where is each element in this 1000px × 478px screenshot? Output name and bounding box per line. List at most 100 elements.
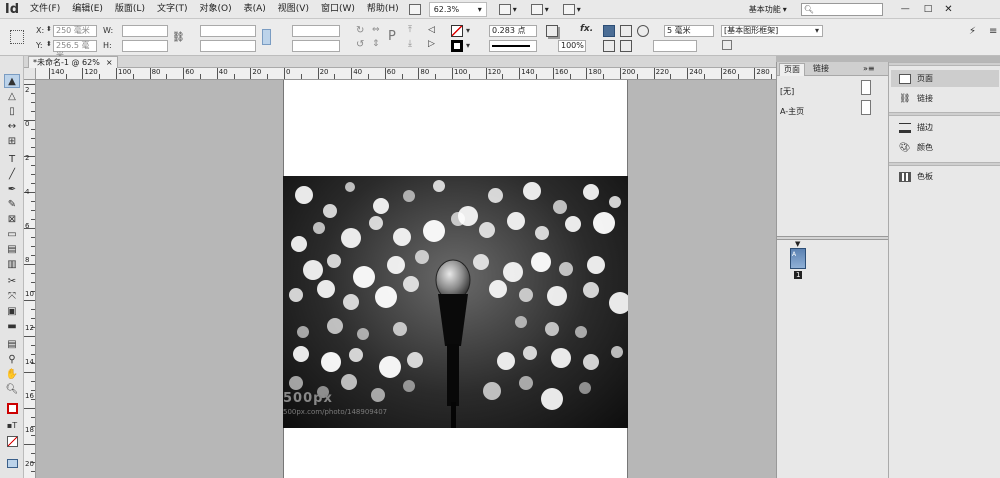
close-tab-icon[interactable]: × <box>106 57 113 68</box>
search-box[interactable]: 🔍︎ <box>800 2 883 16</box>
note-tool[interactable]: ▤ <box>4 337 20 351</box>
vertical-ruler[interactable]: 2 0 2 4 6 8 10 12 14 16 18 20 <box>24 80 36 478</box>
arrange-documents-button[interactable]: ▾ <box>559 2 585 17</box>
object-style-options-icon[interactable] <box>722 40 732 50</box>
menu-type[interactable]: 文字(T) <box>151 0 194 19</box>
rectangle-frame-tool[interactable]: ⊠ <box>4 212 20 226</box>
horizontal-ruler[interactable]: 140 120 100 80 60 40 20 0 20 40 60 80 100 120 140 160 18… <box>36 68 776 80</box>
none-master-thumbnail[interactable] <box>861 80 871 95</box>
menu-layout[interactable]: 版面(L) <box>109 0 151 19</box>
width-field[interactable] <box>122 25 168 37</box>
content-collector-tool[interactable]: ⊞ <box>4 134 20 148</box>
pasteboard[interactable]: 500px 500px.com/photo/148909407 <box>36 80 776 478</box>
zoom-dropdown[interactable]: 62.3% ▾ <box>428 1 487 17</box>
scale-x-field[interactable] <box>200 25 256 37</box>
panel-divider[interactable] <box>777 236 889 240</box>
rotate-90-ccw-icon[interactable]: ↺ <box>356 39 364 50</box>
panel-menu-button[interactable]: »≡ <box>859 63 879 76</box>
close-window-button[interactable]: ✕ <box>944 4 952 15</box>
dock-item-swatches[interactable]: 色板 <box>891 168 999 185</box>
panel-menu-icon[interactable]: ≡ <box>989 26 997 37</box>
tab-pages[interactable]: 页面 <box>779 63 805 76</box>
horizontal-grid-tool[interactable]: ▤ <box>4 242 20 256</box>
rotation-field[interactable] <box>292 25 340 37</box>
workspace-switcher[interactable]: 基本功能 ▾ <box>745 2 791 17</box>
gap-tool[interactable]: ↔ <box>4 119 20 133</box>
object-style-dropdown[interactable]: [基本图形框架] <box>721 25 823 37</box>
none-master-label[interactable]: [无] <box>780 86 794 97</box>
type-tool[interactable]: T <box>4 152 20 166</box>
corner-shape-field[interactable] <box>653 40 697 52</box>
gradient-feather-tool[interactable]: ▬ <box>4 319 20 333</box>
hand-tool[interactable]: ✋ <box>4 367 20 381</box>
a-master-label[interactable]: A-主页 <box>780 106 804 117</box>
screen-mode-button[interactable]: ▾ <box>527 2 553 17</box>
text-wrap-none-icon[interactable] <box>603 25 615 37</box>
fill-stroke-swatch[interactable] <box>4 400 20 416</box>
formatting-affects-container-tool[interactable]: ▪T <box>4 418 20 432</box>
menu-object[interactable]: 对象(O) <box>194 0 238 19</box>
line-tool[interactable]: ╱ <box>4 167 20 181</box>
gradient-swatch-tool[interactable]: ▣ <box>4 304 20 318</box>
screen-mode-tool[interactable] <box>4 456 20 470</box>
x-stepper[interactable]: ⬍ <box>46 25 52 33</box>
stroke-swatch-icon[interactable] <box>451 40 463 52</box>
tab-links[interactable]: 链接 <box>809 63 833 76</box>
page-1-thumbnail[interactable]: A <box>790 248 806 269</box>
scale-y-field[interactable] <box>200 40 256 52</box>
quick-apply-icon[interactable]: ⚡ <box>969 26 976 37</box>
dock-group-header[interactable] <box>889 62 1000 66</box>
chevron-down-icon[interactable]: ▾ <box>815 26 819 35</box>
page-tool[interactable]: ▯ <box>4 104 20 118</box>
pen-tool[interactable]: ✒ <box>4 182 20 196</box>
dock-group-header[interactable] <box>889 112 1000 116</box>
constrain-proportions-icon[interactable]: ⛓ <box>172 32 185 43</box>
stroke-type-field[interactable] <box>489 40 537 52</box>
text-wrap-jump-icon[interactable] <box>603 40 615 52</box>
selection-tool[interactable]: ▲ <box>4 74 20 88</box>
menu-file[interactable]: 文件(F) <box>24 0 66 19</box>
placed-image-frame[interactable]: 500px 500px.com/photo/148909407 <box>283 176 628 428</box>
apply-none-tool[interactable] <box>4 434 20 448</box>
dock-group-header[interactable] <box>889 162 1000 166</box>
rectangle-tool[interactable]: ▭ <box>4 227 20 241</box>
a-master-thumbnail[interactable] <box>861 100 871 115</box>
offset-field[interactable]: 5 毫米 <box>664 25 714 37</box>
x-position-field[interactable]: 250 毫米 <box>53 25 97 37</box>
view-options-button[interactable]: ▾ <box>495 2 521 17</box>
drop-shadow-icon[interactable] <box>546 25 558 37</box>
menu-table[interactable]: 表(A) <box>238 0 272 19</box>
select-content-icon[interactable]: ⤓ <box>408 39 412 49</box>
dock-item-pages[interactable]: 页面 <box>891 70 999 87</box>
y-position-field[interactable]: 256.5 毫米 <box>53 40 97 60</box>
text-wrap-bbox-icon[interactable] <box>620 25 632 37</box>
ruler-origin[interactable] <box>24 68 36 80</box>
menu-help[interactable]: 帮助(H) <box>361 0 405 19</box>
opacity-field[interactable]: 100% <box>558 40 586 52</box>
flip-vertical-icon[interactable]: ⇕ <box>372 39 380 49</box>
y-stepper[interactable]: ⬍ <box>46 40 52 48</box>
menu-view[interactable]: 视图(V) <box>272 0 315 19</box>
select-container-icon[interactable]: ⤒ <box>408 25 412 35</box>
menu-edit[interactable]: 编辑(E) <box>66 0 109 19</box>
chevron-down-icon[interactable]: ▾ <box>466 26 470 35</box>
flip-horizontal-icon[interactable]: ⇔ <box>372 25 380 35</box>
shear-field[interactable] <box>292 40 340 52</box>
rotate-90-cw-icon[interactable]: ↻ <box>356 25 364 36</box>
reference-point-icon[interactable] <box>10 30 24 44</box>
menu-window[interactable]: 窗口(W) <box>315 0 361 19</box>
text-wrap-shape-icon[interactable] <box>637 25 649 37</box>
chevron-down-icon[interactable]: ▾ <box>466 41 470 50</box>
stroke-weight-field[interactable]: 0.283 点 <box>489 25 537 37</box>
dock-item-links[interactable]: ⛓ 链接 <box>891 90 999 107</box>
select-next-icon[interactable]: ▷ <box>428 39 435 49</box>
zoom-tool[interactable]: 🔍︎ <box>4 382 20 396</box>
maximize-button[interactable]: □ <box>924 4 933 14</box>
eyedropper-tool[interactable]: ⚲ <box>4 352 20 366</box>
dock-item-stroke[interactable]: 描边 <box>891 119 999 136</box>
constrain-scale-icon[interactable] <box>262 29 271 45</box>
search-input[interactable] <box>813 4 874 14</box>
pencil-tool[interactable]: ✎ <box>4 197 20 211</box>
text-wrap-next-column-icon[interactable] <box>620 40 632 52</box>
select-previous-icon[interactable]: ◁ <box>428 25 435 35</box>
